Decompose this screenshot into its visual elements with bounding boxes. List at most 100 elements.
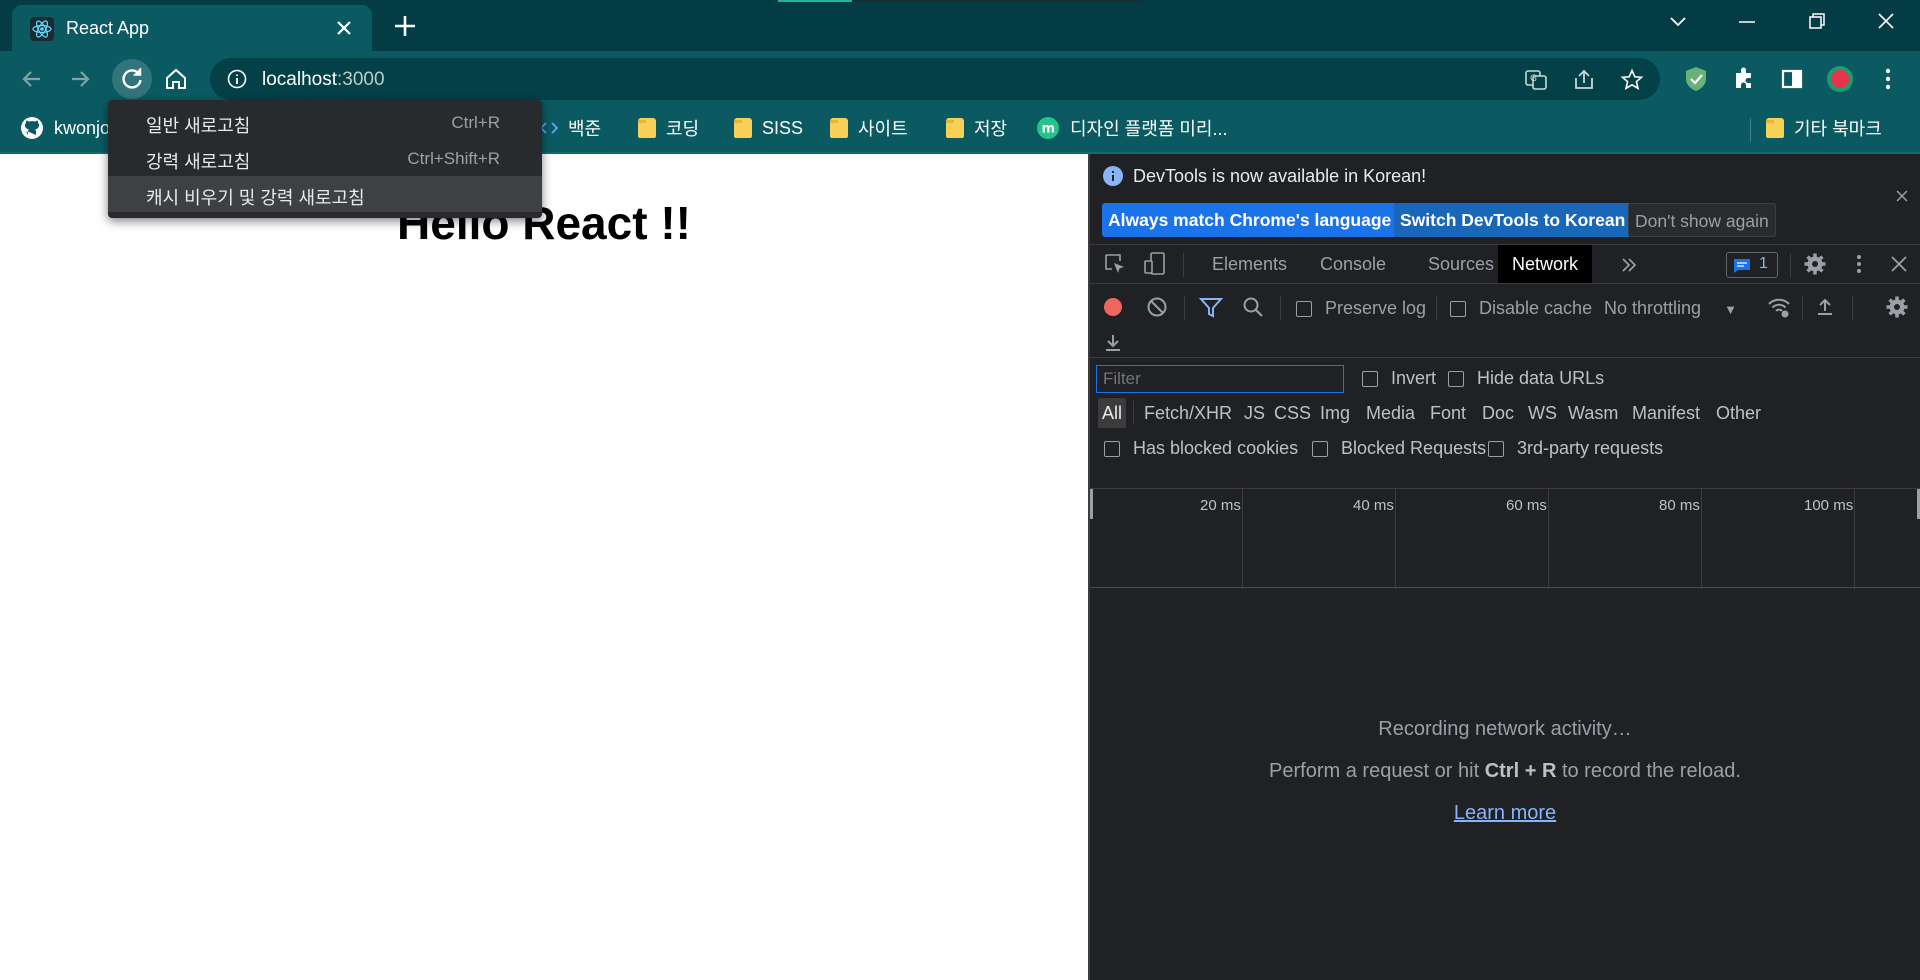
checkbox-box bbox=[1362, 371, 1378, 388]
minimize-icon[interactable] bbox=[1727, 8, 1767, 36]
inspect-element-icon[interactable] bbox=[1102, 251, 1128, 277]
bookmark-miro[interactable]: m 디자인 플랫폼 미리... bbox=[1036, 114, 1227, 142]
translate-icon[interactable]: G bbox=[1524, 68, 1548, 92]
type-filter-ws[interactable]: WS bbox=[1528, 398, 1557, 428]
settings-gear-icon[interactable] bbox=[1802, 251, 1828, 277]
bookmark-folder-saved[interactable]: 저장 bbox=[946, 114, 1007, 142]
svg-text:m: m bbox=[1042, 122, 1056, 137]
close-devtools-icon[interactable] bbox=[1886, 251, 1912, 277]
toolbar-divider bbox=[1802, 296, 1803, 320]
share-icon[interactable] bbox=[1572, 68, 1596, 92]
type-filter-doc[interactable]: Doc bbox=[1482, 398, 1514, 428]
bookmark-baekjoon[interactable]: 백준 bbox=[540, 114, 601, 142]
menu-item-label: 캐시 비우기 및 강력 새로고침 bbox=[146, 188, 365, 208]
grid-line bbox=[1854, 489, 1855, 589]
tab-network[interactable]: Network bbox=[1498, 245, 1593, 283]
toolbar-divider bbox=[1436, 296, 1437, 320]
blocked-requests-checkbox[interactable]: Blocked Requests bbox=[1312, 438, 1486, 459]
toolbar-divider bbox=[1184, 296, 1185, 320]
address-bar[interactable]: localhost:3000 G bbox=[210, 58, 1660, 100]
filter-icon[interactable] bbox=[1198, 294, 1224, 320]
type-filter-media[interactable]: Media bbox=[1366, 398, 1415, 428]
bookmark-label: 코딩 bbox=[666, 119, 700, 139]
miro-icon: m bbox=[1037, 117, 1059, 139]
device-toolbar-icon[interactable] bbox=[1142, 251, 1168, 277]
type-filter-img[interactable]: Img bbox=[1320, 398, 1350, 428]
site-info-icon[interactable] bbox=[226, 68, 248, 90]
back-icon[interactable] bbox=[16, 63, 48, 95]
more-tabs-icon[interactable] bbox=[1616, 252, 1642, 278]
extensions-icon[interactable] bbox=[1728, 63, 1760, 95]
hide-data-urls-checkbox[interactable]: Hide data URLs bbox=[1448, 368, 1604, 389]
bookmarks-separator bbox=[1750, 118, 1751, 142]
grid-line bbox=[1242, 489, 1243, 589]
switch-to-korean-button[interactable]: Switch DevTools to Korean bbox=[1394, 203, 1632, 237]
new-tab-button[interactable] bbox=[392, 13, 418, 39]
network-overview-timeline[interactable]: 20 ms 40 ms 60 ms 80 ms 100 ms bbox=[1090, 488, 1920, 589]
filter-input[interactable] bbox=[1096, 365, 1344, 393]
home-icon[interactable] bbox=[160, 63, 192, 95]
close-window-icon[interactable] bbox=[1866, 8, 1906, 36]
bookmark-other[interactable]: 기타 북마크 bbox=[1766, 114, 1882, 142]
menu-item-normal-reload[interactable]: 일반 새로고침 Ctrl+R bbox=[108, 104, 542, 140]
folder-icon bbox=[1766, 118, 1784, 138]
browser-toolbar: localhost:3000 G bbox=[0, 51, 1920, 106]
type-filter-css[interactable]: CSS bbox=[1274, 398, 1311, 428]
checkbox-box bbox=[1488, 441, 1504, 458]
bookmark-folder-coding[interactable]: 코딩 bbox=[638, 114, 699, 142]
type-filter-js[interactable]: JS bbox=[1244, 398, 1265, 428]
third-party-requests-checkbox[interactable]: 3rd-party requests bbox=[1488, 438, 1663, 459]
overview-drag-handle-left[interactable] bbox=[1090, 489, 1093, 519]
type-filter-all[interactable]: All bbox=[1098, 398, 1127, 428]
search-icon[interactable] bbox=[1240, 294, 1266, 320]
tab-console[interactable]: Console bbox=[1306, 245, 1400, 283]
type-filter-manifest[interactable]: Manifest bbox=[1632, 398, 1700, 428]
bookmark-github[interactable]: kwonjo bbox=[20, 114, 110, 142]
adguard-shield-icon[interactable] bbox=[1680, 63, 1712, 95]
dont-show-again-button[interactable]: Don't show again bbox=[1628, 203, 1776, 237]
tick-label: 80 ms bbox=[1659, 497, 1700, 514]
bookmark-folder-siss[interactable]: SISS bbox=[734, 114, 803, 142]
tab-sources[interactable]: Sources bbox=[1414, 245, 1508, 283]
disable-cache-checkbox[interactable]: Disable cache bbox=[1450, 298, 1592, 319]
react-logo-icon bbox=[30, 17, 54, 41]
record-icon[interactable] bbox=[1100, 294, 1126, 320]
throttling-select[interactable]: No throttling ▼ bbox=[1604, 298, 1737, 319]
network-settings-icon[interactable] bbox=[1884, 294, 1910, 320]
import-har-icon[interactable] bbox=[1812, 294, 1838, 320]
customize-menu-icon[interactable] bbox=[1846, 251, 1872, 277]
issues-counter[interactable]: 1 bbox=[1726, 252, 1778, 278]
type-filter-wasm[interactable]: Wasm bbox=[1568, 398, 1618, 428]
network-conditions-icon[interactable] bbox=[1766, 294, 1792, 320]
type-filter-fetch-xhr[interactable]: Fetch/XHR bbox=[1144, 398, 1232, 428]
learn-more-link[interactable]: Learn more bbox=[1090, 802, 1920, 825]
chrome-menu-icon[interactable] bbox=[1872, 63, 1904, 95]
code-icon bbox=[540, 122, 558, 134]
bookmark-star-icon[interactable] bbox=[1620, 68, 1644, 92]
clear-icon[interactable] bbox=[1144, 294, 1170, 320]
export-har-icon[interactable] bbox=[1100, 330, 1126, 356]
bookmark-folder-sites[interactable]: 사이트 bbox=[830, 114, 908, 142]
menu-item-empty-cache-hard-reload[interactable]: 캐시 비우기 및 강력 새로고침 bbox=[108, 176, 542, 212]
tab-react-app[interactable]: React App bbox=[12, 5, 372, 51]
profile-avatar[interactable] bbox=[1824, 63, 1856, 95]
toolbar-divider bbox=[1852, 296, 1853, 320]
preserve-log-checkbox[interactable]: Preserve log bbox=[1296, 298, 1426, 319]
type-filter-font[interactable]: Font bbox=[1430, 398, 1466, 428]
forward-icon[interactable] bbox=[64, 63, 96, 95]
reload-button[interactable] bbox=[112, 59, 152, 99]
has-blocked-cookies-checkbox[interactable]: Has blocked cookies bbox=[1104, 438, 1298, 459]
bookmark-label: 저장 bbox=[974, 119, 1008, 139]
tab-elements[interactable]: Elements bbox=[1198, 245, 1301, 283]
side-panel-icon[interactable] bbox=[1776, 63, 1808, 95]
checkbox-box bbox=[1450, 301, 1466, 318]
close-tab-icon[interactable] bbox=[334, 18, 354, 38]
menu-item-hard-reload[interactable]: 강력 새로고침 Ctrl+Shift+R bbox=[108, 140, 542, 176]
always-match-language-button[interactable]: Always match Chrome's language bbox=[1102, 203, 1398, 237]
close-infobar-icon[interactable] bbox=[1894, 188, 1910, 204]
tab-search-icon[interactable] bbox=[1658, 8, 1698, 36]
invert-checkbox[interactable]: Invert bbox=[1362, 368, 1436, 389]
restore-icon[interactable] bbox=[1796, 8, 1836, 36]
type-filter-other[interactable]: Other bbox=[1716, 398, 1761, 428]
reload-context-menu: 일반 새로고침 Ctrl+R 강력 새로고침 Ctrl+Shift+R 캐시 비… bbox=[108, 100, 542, 218]
